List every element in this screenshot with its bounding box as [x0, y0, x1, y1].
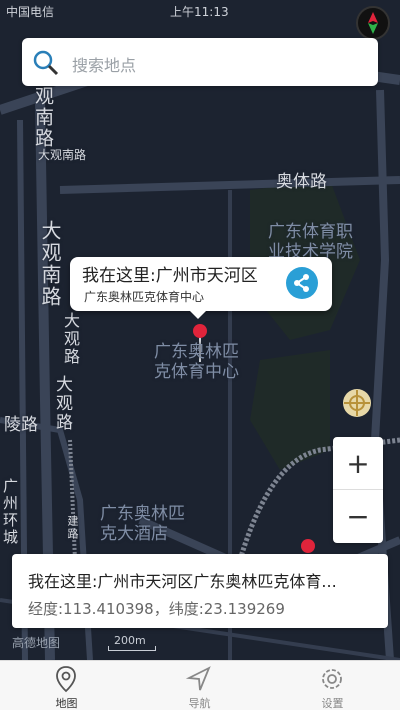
zoom-control: + − [333, 437, 383, 543]
tab-map[interactable]: 地图 [0, 661, 133, 710]
tab-settings[interactable]: 设置 [266, 661, 399, 710]
navigation-arrow-icon [185, 666, 211, 691]
tab-label: 设置 [321, 697, 344, 710]
tab-navigation[interactable]: 导航 [133, 661, 266, 710]
location-pin-icon [193, 324, 207, 338]
location-popup[interactable]: 我在这里:广州市天河区 广东奥林匹克体育中心 [70, 257, 332, 319]
tab-label: 地图 [55, 697, 78, 710]
gear-icon [322, 669, 342, 689]
tab-bar: 地图 导航 设置 [0, 660, 400, 710]
map-label: 陵路 [4, 415, 38, 435]
map-label: 大观南路 [38, 148, 87, 162]
location-info-card: 我在这里:广州市天河区广东奥林匹克体育... 经度:113.410398，纬度:… [12, 554, 388, 628]
scale-bar [108, 646, 156, 651]
map-label: 建路 [66, 515, 79, 541]
zoom-out-button[interactable]: − [333, 490, 383, 543]
map-label: 广东奥林匹克大酒店 [100, 504, 185, 544]
clock: 上午11:13 [170, 5, 229, 19]
share-button[interactable] [286, 267, 318, 299]
share-icon [294, 274, 309, 292]
carrier: 中国电信 [6, 5, 55, 19]
map-label: 奥体路 [276, 172, 327, 192]
map-label: 广东奥林匹克体育中心 [154, 342, 239, 382]
crosshair-icon [343, 389, 371, 417]
status-bar: 中国电信 上午11:13 [0, 0, 400, 22]
tab-label: 导航 [188, 697, 211, 710]
map-label: 大观南路 [38, 220, 62, 308]
location-pin-icon [56, 666, 76, 693]
search-bar[interactable]: 搜索地点 [22, 38, 378, 86]
map-label: 观南路 [32, 86, 54, 149]
compass-icon[interactable] [356, 6, 390, 40]
map-label: 广东体育职业技术学院 [268, 222, 353, 262]
search-placeholder: 搜索地点 [72, 56, 137, 75]
address-text: 我在这里:广州市天河区广东奥林匹克体育... [28, 572, 337, 591]
search-icon [33, 50, 59, 76]
map-label: 大观路 [61, 312, 80, 366]
amap-logo: 高德地图 [12, 636, 61, 650]
coordinates-text: 经度:113.410398，纬度:23.139269 [28, 600, 285, 618]
popup-title: 我在这里:广州市天河区 [82, 266, 258, 286]
map-label: 广州环城 [1, 478, 19, 546]
locate-button[interactable] [340, 386, 374, 420]
popup-subtitle: 广东奥林匹克体育中心 [84, 290, 205, 304]
zoom-in-button[interactable]: + [333, 437, 383, 490]
map-label: 大观路 [52, 375, 72, 432]
